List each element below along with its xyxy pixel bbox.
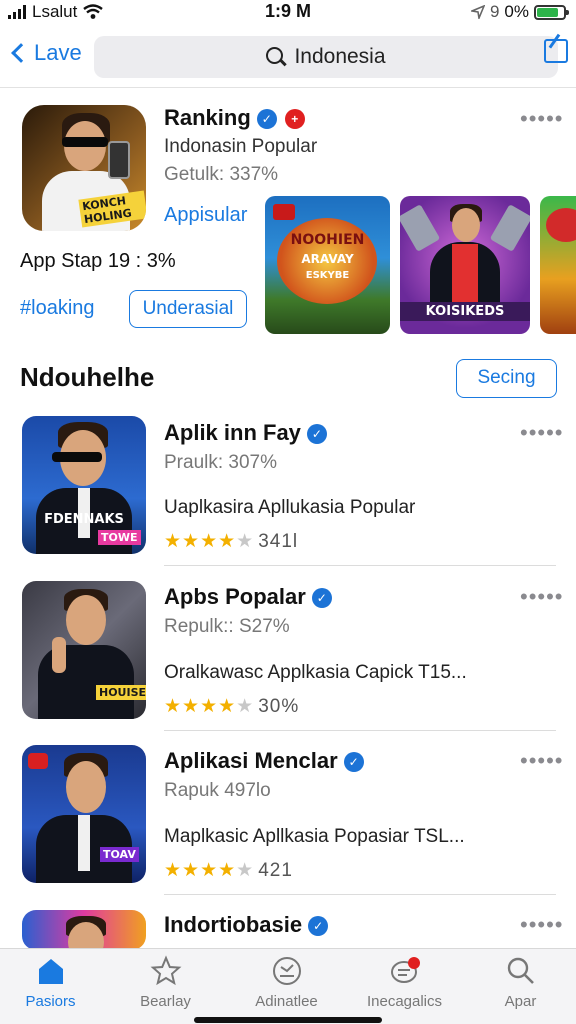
- flag-icon: [28, 753, 48, 769]
- tab-home[interactable]: Pasiors: [0, 955, 108, 1010]
- tab-updates-label: Inecagalics: [366, 993, 443, 1010]
- app-1-title: Aplik inn Fay: [164, 420, 301, 445]
- search-text: Indonesia: [294, 45, 386, 68]
- app-3-desc: Maplkasic Apllkasia Popasiar TSL...: [164, 826, 465, 847]
- app-3-title-row: Aplikasi Menclar ✓: [164, 748, 364, 774]
- tab-bar: Pasiors Bearlay Adinatlee Inecagalics Ap…: [0, 948, 576, 1024]
- tab-categories-label: Adinatlee: [255, 993, 318, 1010]
- screenshot-1[interactable]: NOOHIEN ARAVAY ESKYBE: [265, 196, 390, 334]
- chat-icon: [389, 955, 421, 987]
- verified-icon: ✓: [256, 109, 277, 129]
- chevron-left-icon: [11, 43, 31, 63]
- nav-bar: Lave Indonesia: [0, 30, 576, 88]
- tab-categories[interactable]: Adinatlee: [229, 955, 344, 1010]
- star-icon: [150, 955, 182, 987]
- featured-meta: Getulk: 337%: [164, 164, 279, 185]
- tab-updates[interactable]: Inecagalics: [347, 955, 462, 1010]
- divider: [164, 894, 556, 895]
- screenshot-3[interactable]: [540, 196, 576, 334]
- app-2-meta: Repulk:: S27%: [164, 616, 290, 637]
- app-1-title-row: Aplik inn Fay ✓: [164, 420, 327, 446]
- screenshot-1-caption-bot: ESKYBE: [305, 270, 350, 281]
- location-icon: [470, 5, 485, 19]
- search-icon: [266, 47, 286, 67]
- screenshot-1-caption-top: NOOHIEN: [290, 232, 365, 248]
- sticker-icon: [271, 955, 303, 987]
- back-button[interactable]: Lave: [8, 40, 82, 66]
- verified-icon: ✓: [343, 752, 364, 772]
- app-4-title-row: Indortiobasie ✓: [164, 912, 329, 938]
- more-options-icon[interactable]: •••••: [520, 912, 564, 938]
- phone-graphic: [108, 141, 130, 179]
- battery-percent: 0%: [504, 2, 529, 21]
- app-3-count: 421: [258, 860, 293, 881]
- status-right: 9 0%: [470, 2, 569, 22]
- app-icon-1-tag: TOWE: [98, 530, 141, 545]
- featured-title: Ranking: [164, 105, 251, 130]
- share-icon[interactable]: [544, 39, 568, 63]
- app-1-count: 341l: [258, 531, 299, 552]
- app-3-rating: ★★★★★ 421: [164, 860, 293, 881]
- app-2-title: Apbs Popalar: [164, 584, 306, 609]
- tab-search-label: Apar: [504, 993, 537, 1010]
- app-icon-1-caption: FDENNAKS: [44, 512, 124, 527]
- app-icon-4[interactable]: [22, 910, 146, 950]
- more-options-icon[interactable]: •••••: [520, 106, 564, 132]
- app-1-meta: Praulk: 307%: [164, 452, 278, 473]
- divider: [164, 565, 556, 566]
- search-field[interactable]: Indonesia: [94, 36, 558, 78]
- screenshot-2[interactable]: KOISIKEDS: [400, 196, 530, 334]
- app-icon-3[interactable]: TOAV: [22, 745, 146, 883]
- app-3-meta: Rapuk 497lo: [164, 780, 271, 801]
- tab-featured[interactable]: Bearlay: [108, 955, 223, 1010]
- app-2-rating: ★★★★★ 30%: [164, 696, 300, 717]
- featured-title-row: Ranking ✓ +: [164, 105, 305, 131]
- status-bar: Lsalut 1:9 M 9 0%: [0, 0, 576, 26]
- featured-app-icon[interactable]: KONCH HOLING: [22, 105, 146, 231]
- more-options-icon[interactable]: •••••: [520, 584, 564, 610]
- verified-icon: ✓: [306, 424, 327, 444]
- featured-hashtag[interactable]: #loaking: [20, 297, 95, 320]
- battery-icon: [534, 4, 569, 20]
- app-1-desc: Uaplkasira Apllukasia Popular: [164, 497, 416, 518]
- section-title: Ndouhelhe: [20, 362, 155, 392]
- app-icon-2[interactable]: HOUISE: [22, 581, 146, 719]
- featured-rank-text: App Stap 19 : 3%: [20, 250, 176, 272]
- app-icon-1[interactable]: FDENNAKS TOWE: [22, 416, 146, 554]
- app-2-desc: Oralkawasc Applkasia Capick T15...: [164, 662, 467, 683]
- alert-icon: +: [284, 109, 305, 129]
- app-icon-2-tag: HOUISE: [96, 685, 146, 700]
- tab-search[interactable]: Apar: [463, 955, 576, 1010]
- tool-graphic-left: [400, 204, 441, 252]
- featured-link[interactable]: Appisular: [164, 204, 247, 227]
- back-label: Lave: [34, 40, 82, 65]
- app-1-rating: ★★★★★ 341l: [164, 531, 299, 552]
- verified-icon: ✓: [311, 588, 332, 608]
- divider: [164, 730, 556, 731]
- app-icon-3-tag: TOAV: [100, 847, 139, 862]
- home-icon: [35, 955, 67, 987]
- more-options-icon[interactable]: •••••: [520, 420, 564, 446]
- more-options-icon[interactable]: •••••: [520, 748, 564, 774]
- featured-action-button[interactable]: Underasial: [129, 290, 247, 328]
- featured-subtitle: Indonasin Popular: [164, 136, 318, 157]
- app-2-title-row: Apbs Popalar ✓: [164, 584, 332, 610]
- tab-featured-label: Bearlay: [140, 993, 191, 1010]
- battery-prefix: 9: [489, 2, 500, 21]
- home-indicator: [194, 1017, 382, 1023]
- section-action-button[interactable]: Secing: [456, 359, 557, 398]
- flag-icon: [273, 204, 295, 220]
- search-icon: [505, 955, 537, 987]
- app-store-screen: Lsalut 1:9 M 9 0% Lave Indonesia KONCH H…: [0, 0, 576, 1024]
- tool-graphic-right: [489, 204, 530, 252]
- app-2-count: 30%: [258, 696, 300, 717]
- app-3-title: Aplikasi Menclar: [164, 748, 338, 773]
- screenshot-2-caption: KOISIKEDS: [400, 302, 530, 321]
- app-4-title: Indortiobasie: [164, 912, 303, 937]
- screenshot-1-caption-mid: ARAVAY: [301, 252, 354, 266]
- verified-icon: ✓: [308, 916, 329, 936]
- tab-home-label: Pasiors: [25, 993, 76, 1010]
